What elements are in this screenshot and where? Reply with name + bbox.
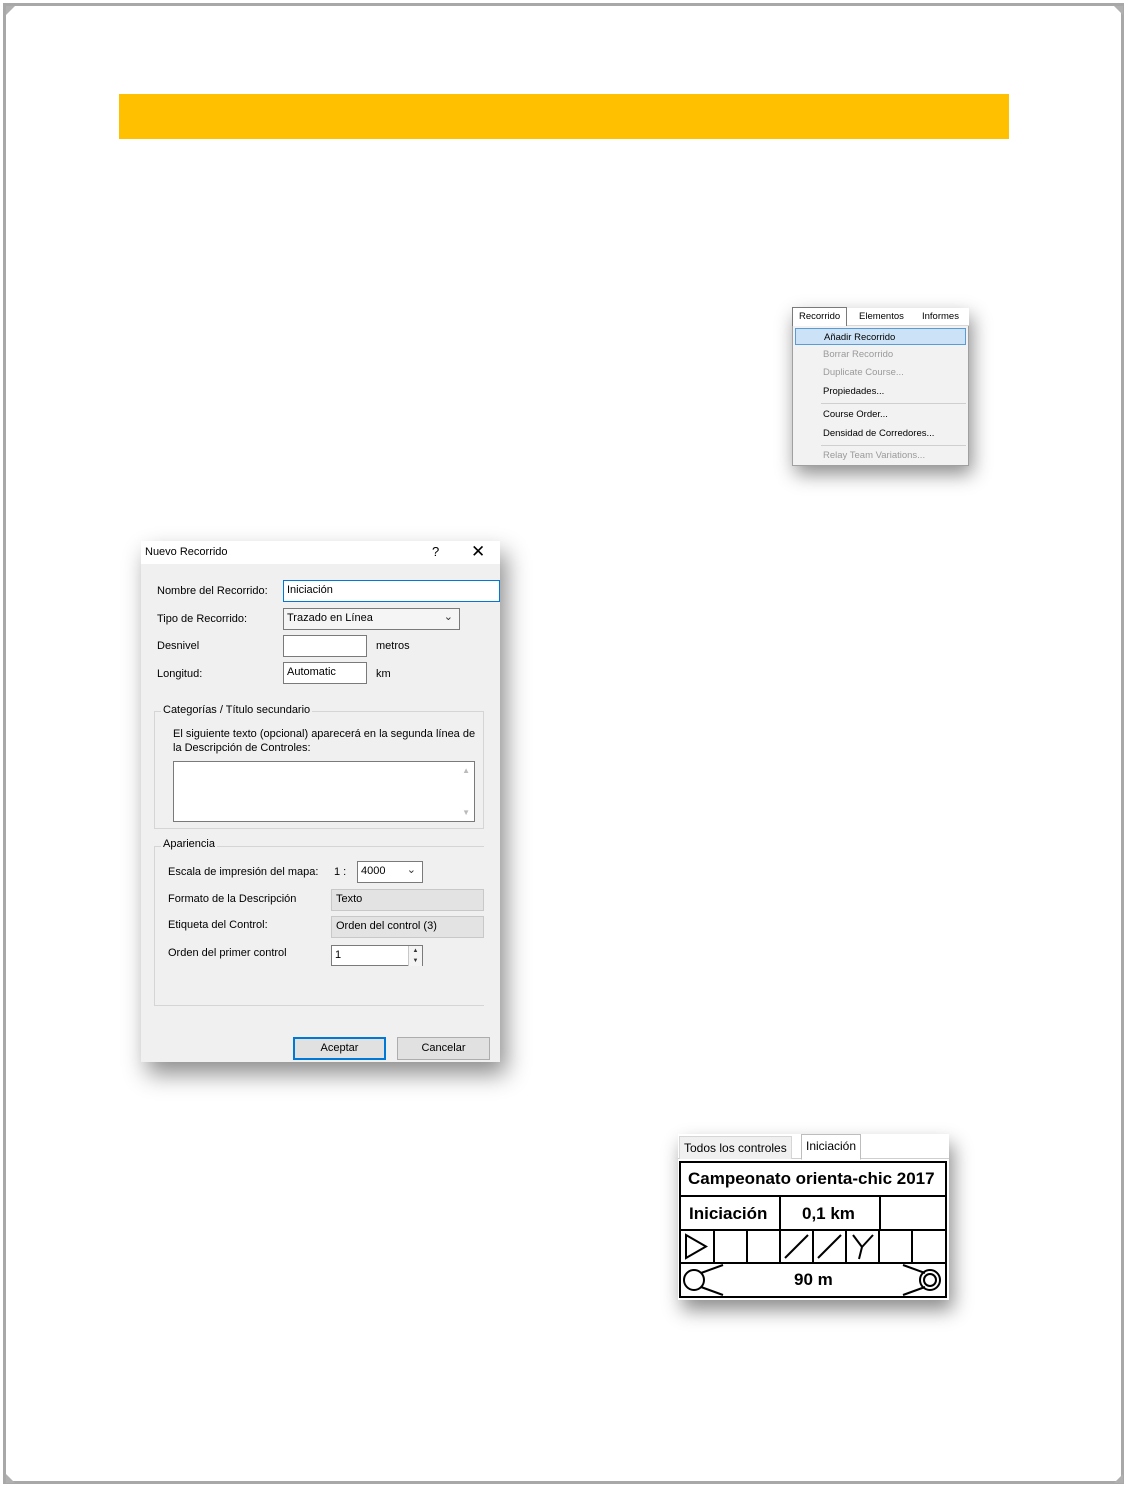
symbol-row-graphics — [685, 1231, 913, 1262]
course-length: 0,1 km — [802, 1204, 855, 1223]
control-description-sheet: Campeonato orienta-chic 2017 Iniciación … — [679, 1161, 947, 1298]
new-course-dialog: Nuevo Recorrido ? ✕ Nombre del Recorrido… — [141, 541, 500, 1062]
control-label-select[interactable]: Orden del control (3) — [331, 916, 484, 938]
description-tabs: Todos los controles Iniciación — [678, 1134, 949, 1160]
menu-separator — [821, 403, 966, 404]
climb-label: Desnivel — [157, 640, 200, 652]
slash-icon — [817, 1234, 842, 1259]
course-name: Iniciación — [689, 1204, 768, 1223]
menu-item-course-order[interactable]: Course Order... — [795, 406, 966, 423]
description-format-select[interactable]: Texto — [331, 889, 484, 911]
menu-item-add-course[interactable]: Añadir Recorrido — [795, 328, 966, 345]
slash-icon — [784, 1234, 809, 1259]
chevron-down-icon: ⌄ — [443, 611, 453, 623]
first-control-value: 1 — [335, 949, 342, 961]
secondary-title-group-label: Categorías / Título secundario — [161, 704, 313, 716]
secondary-help-text: El siguiente texto (opcional) aparecerá … — [173, 728, 476, 754]
close-icon[interactable]: ✕ — [471, 542, 485, 562]
cancel-button[interactable]: Cancelar — [397, 1037, 490, 1060]
ok-button[interactable]: Aceptar — [293, 1037, 386, 1060]
length-label: Longitud: — [157, 668, 203, 680]
tab-iniciacion[interactable]: Iniciación — [801, 1134, 862, 1160]
y-junction-icon — [852, 1234, 874, 1260]
print-scale-label: Escala de impresión del mapa: — [168, 866, 319, 878]
length-unit: km — [376, 668, 391, 680]
course-name-label: Nombre del Recorrido: — [157, 585, 268, 597]
course-menu-screenshot: Recorrido Elementos Informes Añadir Reco… — [792, 307, 969, 466]
finish-row: 90 m — [681, 1264, 945, 1296]
chevron-down-icon: ⌄ — [406, 864, 416, 876]
menu-item-properties[interactable]: Propiedades... — [795, 383, 966, 400]
corner-mark — [6, 1474, 15, 1483]
course-name-input[interactable]: Iniciación — [283, 580, 500, 602]
symbol-row — [681, 1231, 945, 1264]
control-description-screenshot: Todos los controles Iniciación Campeonat… — [678, 1134, 949, 1300]
start-triangle-icon — [685, 1233, 709, 1260]
course-type-label: Tipo de Recorrido: — [157, 613, 248, 625]
help-icon[interactable]: ? — [432, 544, 439, 559]
menu-tab-recorrido[interactable]: Recorrido — [792, 307, 848, 326]
menu-separator — [821, 445, 966, 446]
spinner-arrows-icon[interactable]: ▲ ▼ — [408, 946, 422, 966]
scroll-down-icon: ▼ — [462, 808, 470, 817]
first-control-label: Orden del primer control — [168, 947, 287, 959]
start-to-finish-icon — [683, 1264, 724, 1296]
menu-item-delete-course[interactable]: Borrar Recorrido — [795, 346, 966, 363]
control-label-label: Etiqueta del Control: — [168, 919, 268, 931]
climb-input[interactable] — [283, 635, 367, 657]
event-title: Campeonato orienta-chic 2017 — [688, 1169, 935, 1188]
print-scale-value: 4000 — [361, 865, 386, 877]
menu-item-relay-variations[interactable]: Relay Team Variations... — [795, 447, 966, 464]
print-scale-select[interactable]: 4000 ⌄ — [357, 861, 423, 883]
climb-unit: metros — [376, 640, 410, 652]
corner-mark — [1114, 1474, 1123, 1483]
corner-mark — [1114, 6, 1123, 15]
print-scale-prefix: 1 : — [334, 866, 347, 878]
length-input[interactable]: Automatic — [283, 662, 367, 684]
tab-all-controls[interactable]: Todos los controles — [679, 1136, 792, 1159]
dialog-titlebar: Nuevo Recorrido ? ✕ — [141, 541, 500, 564]
menu-bar: Recorrido Elementos Informes — [792, 307, 969, 326]
cell-divider — [779, 1197, 781, 1229]
dialog-title: Nuevo Recorrido — [145, 546, 228, 558]
menu-item-runner-density[interactable]: Densidad de Corredores... — [795, 425, 966, 442]
secondary-title-textarea[interactable]: ▲ ▼ — [173, 761, 475, 822]
cell-divider — [879, 1197, 881, 1229]
scroll-up-icon: ▲ — [462, 766, 470, 775]
menu-item-duplicate-course[interactable]: Duplicate Course... — [795, 364, 966, 381]
course-type-value: Trazado en Línea — [287, 612, 373, 624]
event-title-row: Campeonato orienta-chic 2017 — [681, 1163, 945, 1197]
first-control-stepper[interactable]: 1 ▲ ▼ — [331, 945, 423, 966]
appearance-group-label: Apariencia — [161, 838, 217, 850]
corner-mark — [6, 6, 15, 15]
menu-tab-elementos[interactable]: Elementos — [853, 308, 910, 325]
header-banner — [119, 94, 1009, 139]
finish-circle-icon — [902, 1264, 941, 1296]
menu-tab-informes[interactable]: Informes — [916, 308, 965, 325]
description-format-label: Formato de la Descripción — [168, 893, 297, 905]
finish-distance: 90 m — [794, 1270, 833, 1289]
recorrido-dropdown: Añadir Recorrido Borrar Recorrido Duplic… — [792, 326, 969, 466]
course-type-select[interactable]: Trazado en Línea ⌄ — [283, 608, 460, 630]
course-row: Iniciación 0,1 km — [681, 1197, 945, 1231]
